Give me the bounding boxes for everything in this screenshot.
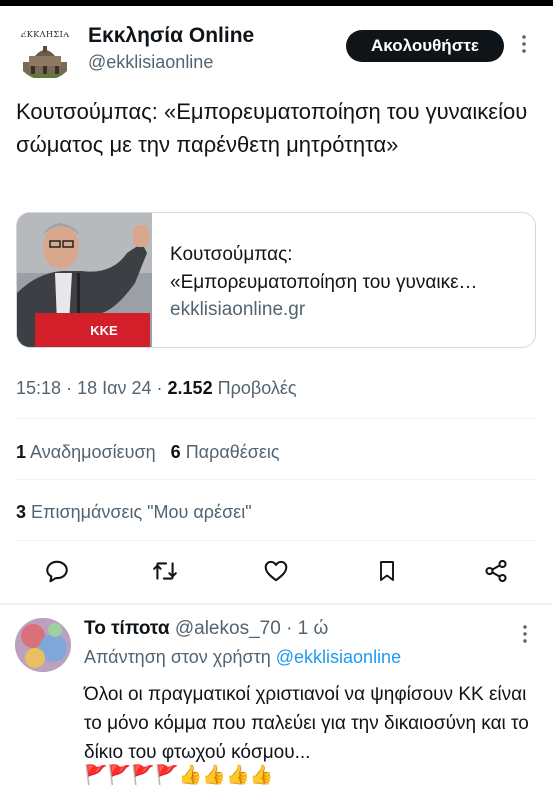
- meta-separator: ·: [66, 378, 78, 398]
- share-icon: [485, 559, 507, 583]
- bookmark-button[interactable]: [372, 556, 402, 586]
- reply-header: Το τίποτα @alekos_70 · 1 ώ: [84, 618, 328, 640]
- views-count: 2.152: [167, 378, 213, 398]
- reply-more-options-icon[interactable]: [519, 623, 531, 645]
- logo-wordmark: ΕΚΚΛΗΣΙΑ: [20, 30, 70, 39]
- reposts-quotes-row: 1 Αναδημοσίευση 6 Παραθέσεις: [16, 442, 280, 463]
- reply-time[interactable]: 1 ώ: [298, 618, 329, 639]
- author-avatar[interactable]: ΕΚΚΛΗΣΙΑ: [15, 24, 75, 80]
- card-title-line-2: «Εμπορευματοποίηση του γυναικε…: [170, 272, 478, 293]
- card-thumbnail: ΚΚΕ: [17, 213, 152, 347]
- card-domain: ekklisiaonline.gr: [170, 299, 306, 320]
- reposts-stat[interactable]: 1 Αναδημοσίευση: [16, 442, 156, 462]
- replying-to: Απάντηση στον χρήστη @ekklisiaonline: [84, 647, 401, 668]
- tweet-date[interactable]: 18 Ιαν 24: [77, 378, 151, 398]
- tweet-meta: 15:18 · 18 Ιαν 24 · 2.152 Προβολές: [16, 378, 297, 399]
- reply-text: Όλοι οι πραγματικοί χριστιανοί να ψηφίσο…: [84, 684, 529, 763]
- retweet-icon: [153, 562, 177, 580]
- retweet-button[interactable]: [150, 556, 180, 586]
- heart-icon: [264, 560, 288, 582]
- views-label: Προβολές: [217, 378, 297, 398]
- reply-avatar[interactable]: [15, 618, 71, 672]
- author-name[interactable]: Εκκλησία Online: [88, 24, 254, 48]
- likes-count: 3: [16, 502, 27, 522]
- top-status-strip: [0, 0, 553, 6]
- reply-author-name[interactable]: Το τίποτα: [84, 618, 170, 639]
- likes-label: Επισημάνσεις "Μου αρέσει": [31, 502, 252, 522]
- reply-emojis: 🚩🚩🚩🚩👍👍👍👍: [84, 765, 274, 786]
- thread-separator: [0, 603, 553, 605]
- like-button[interactable]: [261, 556, 291, 586]
- podium-logo: ΚΚΕ: [90, 323, 118, 338]
- quotes-label: Παραθέσεις: [185, 442, 280, 462]
- link-preview-card[interactable]: ΚΚΕ Κουτσούμπας: «Εμπορευματοποίηση του …: [16, 212, 536, 348]
- author-handle[interactable]: @ekklisiaonline: [88, 52, 213, 73]
- meta-separator: ·: [156, 378, 168, 398]
- reply-icon: [46, 560, 68, 583]
- reposts-count: 1: [16, 442, 27, 462]
- action-bar: [0, 556, 553, 592]
- tweet-text: Κουτσούμπας: «Εμπορευματοποίηση του γυνα…: [16, 99, 528, 157]
- reply-author-handle[interactable]: @alekos_70: [175, 618, 281, 639]
- replying-to-label: Απάντηση στον χρήστη: [84, 647, 271, 667]
- quotes-stat[interactable]: 6 Παραθέσεις: [171, 442, 280, 462]
- card-title: Κουτσούμπας: «Εμπορευματοποίηση του γυνα…: [170, 241, 530, 297]
- tweet-time[interactable]: 15:18: [16, 378, 61, 398]
- follow-button[interactable]: Ακολουθήστε: [346, 30, 504, 62]
- reply-dot: ·: [286, 618, 293, 639]
- divider: [16, 479, 537, 480]
- card-title-line-1: Κουτσούμπας:: [170, 244, 293, 265]
- likes-row[interactable]: 3 Επισημάνσεις "Μου αρέσει": [16, 502, 252, 523]
- divider: [16, 418, 537, 419]
- divider: [16, 540, 537, 541]
- replying-to-mention[interactable]: @ekklisiaonline: [276, 647, 401, 667]
- bookmark-icon: [380, 561, 394, 581]
- church-logo-icon: [21, 46, 69, 78]
- more-options-icon[interactable]: [518, 32, 530, 56]
- reposts-label: Αναδημοσίευση: [30, 442, 156, 462]
- reply-button[interactable]: [42, 556, 72, 586]
- share-button[interactable]: [481, 556, 511, 586]
- quotes-count: 6: [170, 442, 181, 462]
